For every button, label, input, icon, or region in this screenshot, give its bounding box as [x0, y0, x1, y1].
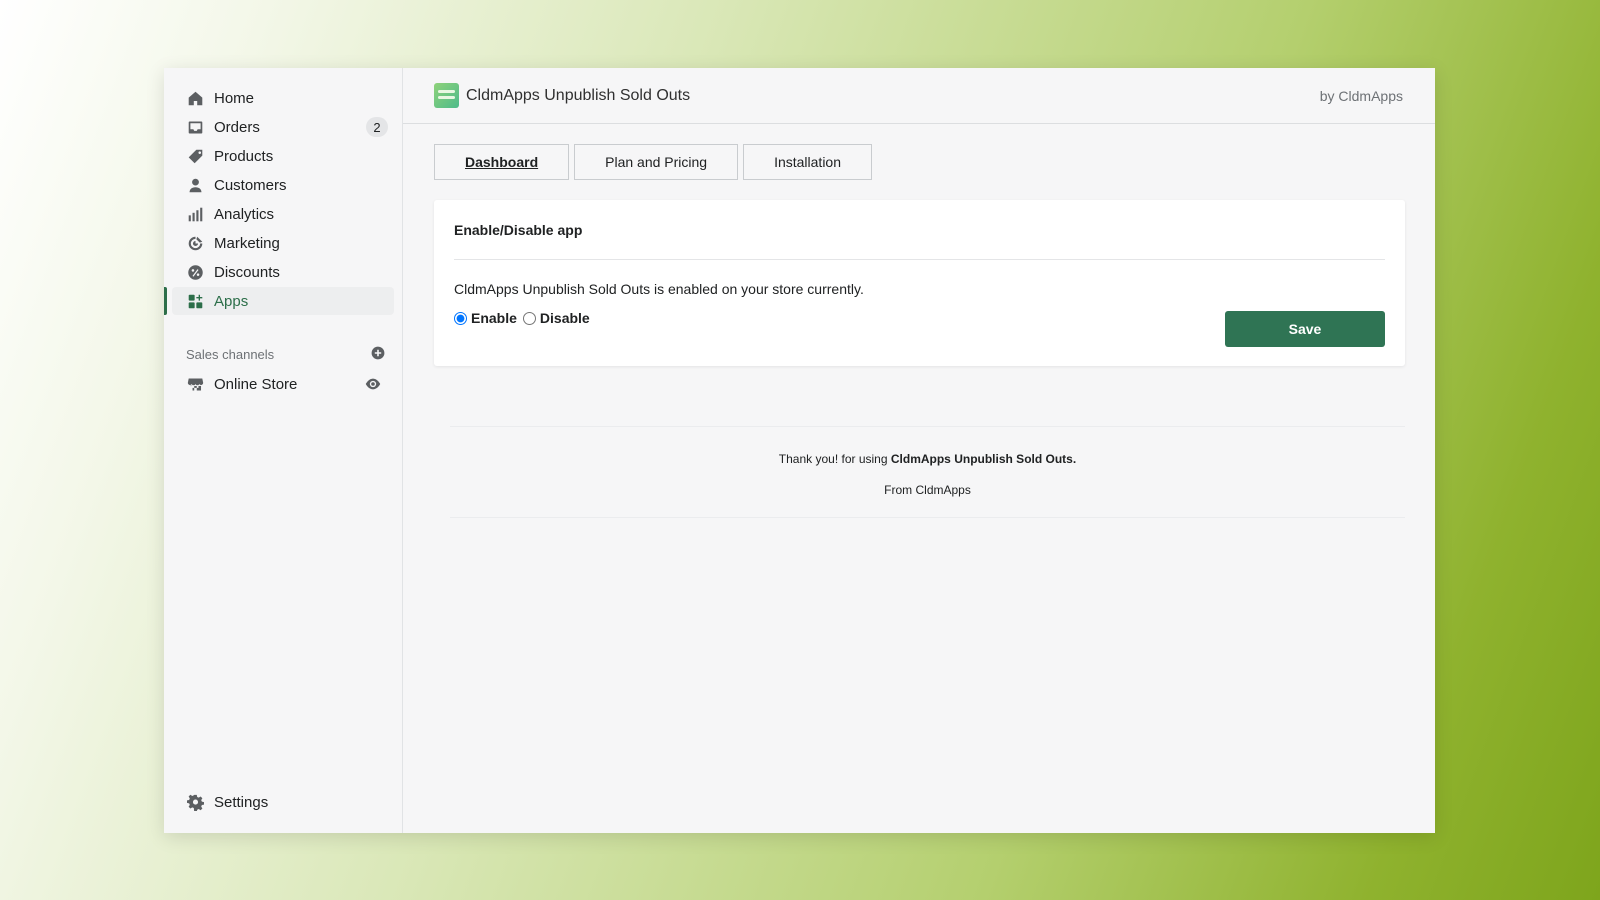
tab-bar: Dashboard Plan and Pricing Installation [434, 144, 1435, 180]
sidebar-item-products[interactable]: Products [172, 142, 394, 170]
sidebar-item-label: Settings [214, 793, 269, 811]
tag-icon [186, 147, 204, 165]
sidebar-item-label: Orders [214, 118, 260, 136]
sidebar-item-label: Home [214, 89, 255, 107]
inbox-icon [186, 118, 204, 136]
sidebar-item-customers[interactable]: Customers [172, 171, 394, 199]
target-icon [186, 234, 204, 252]
add-circle-icon[interactable] [370, 345, 386, 364]
apps-icon [186, 292, 204, 310]
enable-radio-label[interactable]: Enable [471, 310, 517, 326]
thanks-text: Thank you! for using CldmApps Unpublish … [450, 452, 1405, 466]
eye-icon[interactable] [364, 375, 382, 397]
save-button[interactable]: Save [1225, 311, 1385, 347]
status-text: CldmApps Unpublish Sold Outs is enabled … [454, 281, 864, 297]
enable-disable-card: Enable/Disable app CldmApps Unpublish So… [434, 200, 1405, 366]
settings-area: Settings [164, 788, 402, 817]
sidebar-item-label: Discounts [214, 263, 280, 281]
sidebar-item-label: Products [214, 147, 274, 165]
sidebar-item-label: Marketing [214, 234, 280, 252]
sidebar-item-label: Customers [214, 176, 287, 194]
disable-radio[interactable] [522, 311, 536, 325]
main-content: CldmApps Unpublish Sold Outs by CldmApps… [403, 68, 1435, 833]
sidebar-item-label: Online Store [214, 375, 298, 393]
bar-chart-icon [186, 205, 204, 223]
disable-radio-label[interactable]: Disable [540, 310, 590, 326]
store-icon [186, 375, 204, 393]
sidebar-item-settings[interactable]: Settings [172, 788, 394, 816]
sales-channels-header: Sales channels [186, 345, 386, 364]
developer-label: by CldmApps [1319, 87, 1403, 104]
sidebar-item-orders[interactable]: Orders 2 [172, 113, 394, 141]
tab-installation[interactable]: Installation [743, 144, 873, 180]
thanks-prefix: Thank you! for using [778, 452, 891, 466]
orders-count-badge: 2 [366, 117, 388, 137]
sidebar-item-online-store[interactable]: Online Store [172, 370, 394, 398]
card-title: Enable/Disable app [454, 200, 1385, 260]
sidebar-item-label: Analytics [214, 205, 275, 223]
sidebar-item-marketing[interactable]: Marketing [172, 229, 394, 257]
tab-dashboard[interactable]: Dashboard [434, 144, 570, 180]
sidebar: Home Orders 2 Products Customers Analyti… [164, 68, 403, 833]
footer: Thank you! for using CldmApps Unpublish … [450, 426, 1405, 518]
app-title: CldmApps Unpublish Sold Outs [466, 86, 691, 104]
sidebar-item-label: Apps [214, 292, 249, 310]
from-text: From CldmApps [884, 483, 971, 497]
gear-icon [186, 793, 204, 811]
sidebar-item-discounts[interactable]: Discounts [172, 258, 394, 286]
app-logo-icon [434, 83, 459, 108]
enable-radio[interactable] [454, 311, 467, 325]
discount-icon [186, 263, 204, 281]
sidebar-item-home[interactable]: Home [172, 84, 394, 112]
app-window: Home Orders 2 Products Customers Analyti… [164, 68, 1435, 833]
person-icon [186, 176, 204, 194]
sidebar-item-apps[interactable]: Apps [164, 287, 394, 315]
home-icon [186, 89, 204, 107]
sales-channels-label: Sales channels [186, 347, 275, 362]
tab-plan-and-pricing[interactable]: Plan and Pricing [574, 144, 739, 180]
app-header: CldmApps Unpublish Sold Outs by CldmApps [403, 68, 1435, 124]
thanks-app-name: CldmApps Unpublish Sold Outs. [890, 452, 1077, 466]
sidebar-item-analytics[interactable]: Analytics [172, 200, 394, 228]
